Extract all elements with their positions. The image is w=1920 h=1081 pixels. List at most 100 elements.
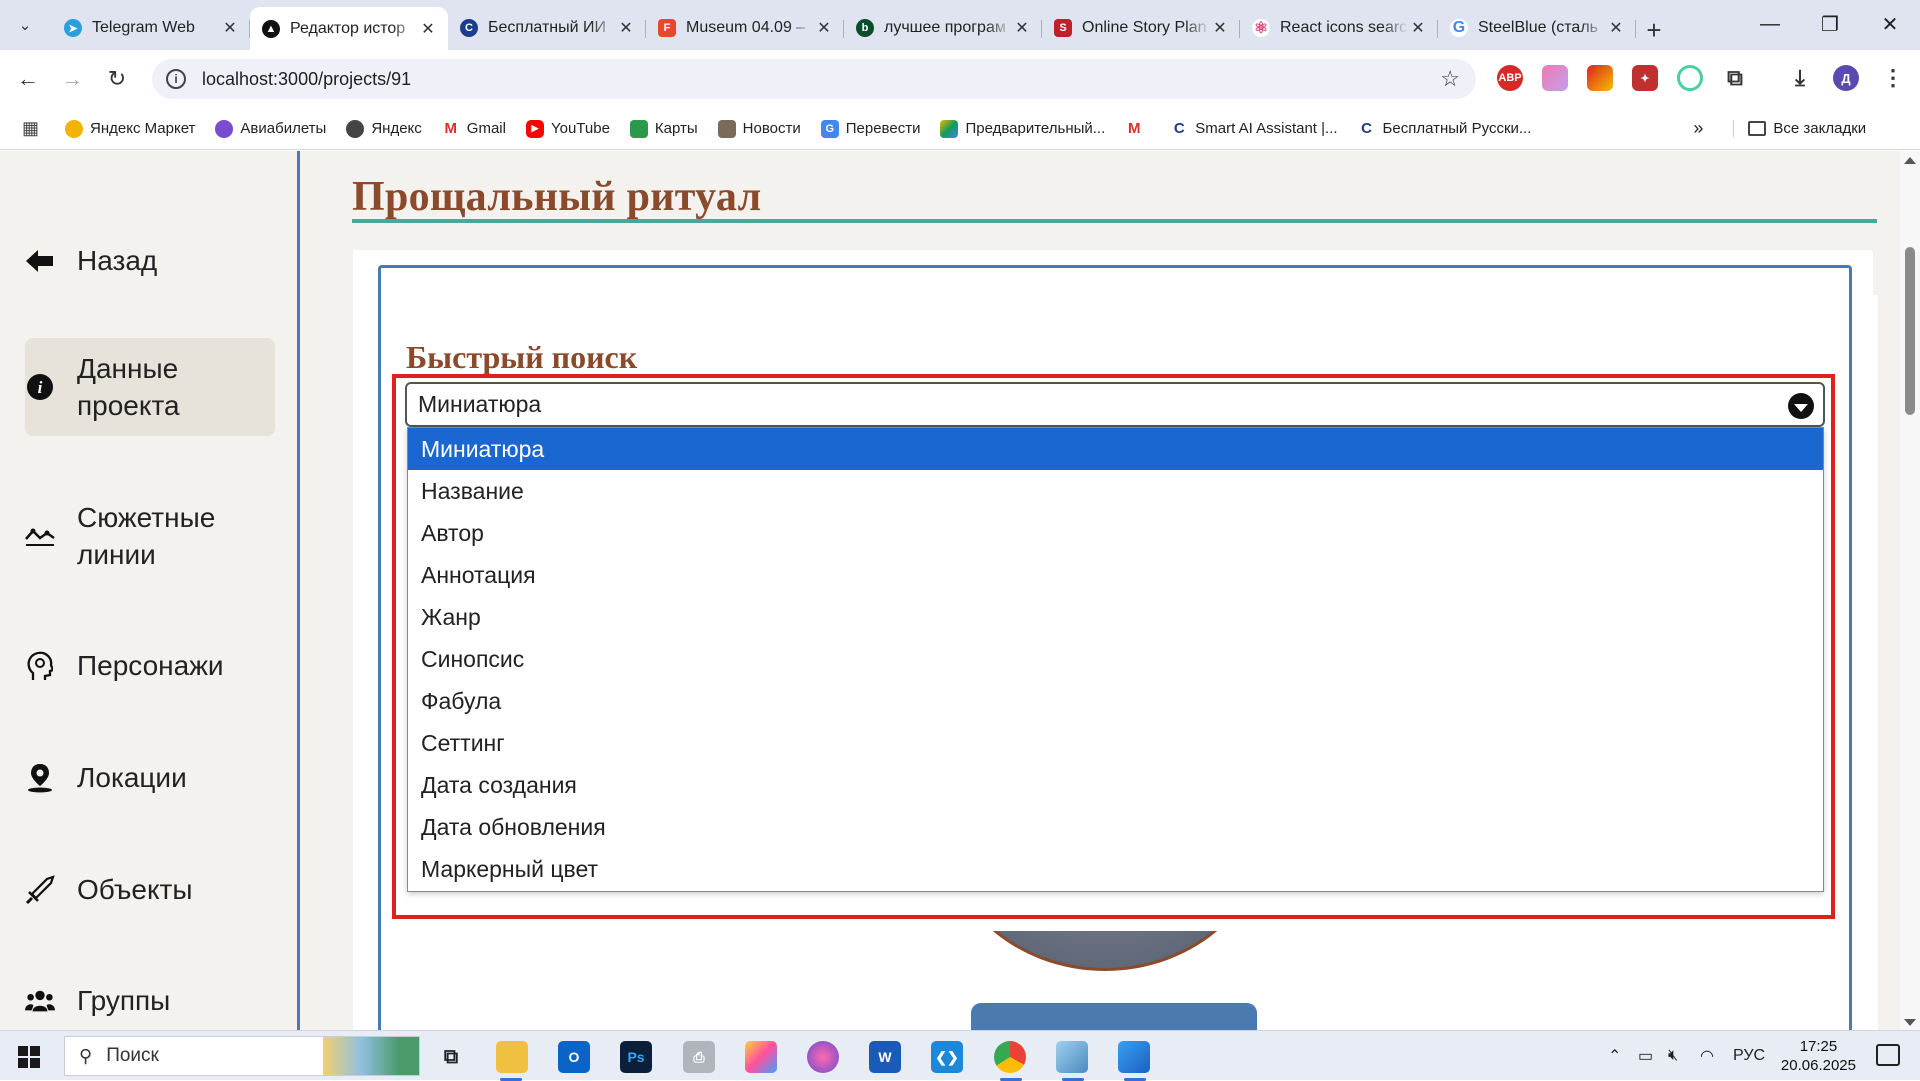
bookmark-youtube[interactable]: ▶ YouTube [525,119,610,138]
close-icon[interactable]: ✕ [1606,18,1626,38]
chrome-icon[interactable] [994,1041,1026,1073]
bookmark-translate[interactable]: G Перевести [820,119,920,138]
back-arrow-icon[interactable]: ← [13,64,43,94]
vscode-icon[interactable]: ❮❯ [931,1041,963,1073]
adblock-icon[interactable]: ABP [1497,65,1523,91]
forward-arrow-icon[interactable]: → [57,64,87,94]
app-blue-icon[interactable] [1056,1041,1088,1073]
word-icon[interactable]: W [869,1041,901,1073]
app-ball-icon[interactable] [807,1041,839,1073]
close-icon[interactable]: ✕ [418,19,438,39]
tab-steelblue[interactable]: G SteelBlue (сталь ✕ [1438,10,1636,46]
tab-museum[interactable]: F Museum 04.09 – ✕ [646,10,844,46]
clock[interactable]: 17:25 20.06.2025 [1781,1037,1856,1075]
sidebar-item-back[interactable]: Назад [25,242,275,279]
site-info-icon[interactable]: i [166,69,186,89]
menu-kebab-icon[interactable]: ⋮ [1880,65,1906,91]
tab-search-chevron-icon[interactable]: ⌄ [10,10,40,40]
task-view-icon[interactable]: ⧉ [435,1041,467,1073]
url-text[interactable]: localhost:3000/projects/91 [202,69,411,90]
extension-squares-icon[interactable] [1587,65,1613,91]
option-updated-date[interactable]: Дата обновления [408,806,1823,848]
photos-icon[interactable] [1118,1041,1150,1073]
restore-icon[interactable]: ❐ [1800,0,1860,48]
scroll-down-icon[interactable] [1904,1019,1916,1026]
tray-chevron-icon[interactable]: ⌃ [1608,1031,1621,1081]
outlook-icon[interactable]: O [558,1041,590,1073]
scroll-up-icon[interactable] [1904,157,1916,164]
minimize-icon[interactable]: — [1740,0,1800,48]
page-scrollbar[interactable] [1900,151,1920,1030]
bookmark-star-icon[interactable]: ☆ [1440,66,1460,92]
extension-ring-icon[interactable] [1677,65,1703,91]
extension-gradient-icon[interactable] [1542,65,1568,91]
option-marker-color[interactable]: Маркерный цвет [408,848,1823,890]
bookmark-maps[interactable]: Карты [629,119,698,138]
profile-avatar[interactable]: Д [1833,65,1859,91]
sidebar-item-characters[interactable]: Персонажи [25,647,275,684]
all-bookmarks-button[interactable]: Все закладки [1733,120,1866,137]
bookmark-yandex[interactable]: Яндекс [346,119,422,138]
close-icon[interactable]: ✕ [1210,18,1230,38]
apps-grid-icon[interactable]: ▦ [22,118,39,139]
reload-icon[interactable]: ↻ [102,64,132,94]
chevron-down-icon[interactable] [1788,393,1814,419]
close-window-icon[interactable]: ✕ [1860,0,1920,48]
info-icon: i [25,372,55,402]
more-bookmarks-chevron-icon[interactable]: » [1693,118,1703,139]
bookmark-avia[interactable]: Авиабилеты [215,119,326,138]
option-title[interactable]: Название [408,470,1823,512]
file-explorer-icon[interactable] [496,1041,528,1073]
option-fabula[interactable]: Фабула [408,680,1823,722]
language-indicator[interactable]: РУС [1733,1031,1765,1081]
option-author[interactable]: Автор [408,512,1823,554]
bookmark-smart-ai[interactable]: C Smart AI Assistant |... [1170,119,1338,138]
close-icon[interactable]: ✕ [1012,18,1032,38]
notifications-icon[interactable] [1876,1044,1900,1066]
tab-story-editor[interactable]: ▲ Редактор истор ✕ [250,7,448,50]
bookmark-free-russian[interactable]: C Бесплатный Русски... [1357,119,1531,138]
windows-start-icon[interactable] [18,1046,40,1068]
tab-telegram[interactable]: ➤ Telegram Web ✕ [52,10,250,46]
photoshop-icon[interactable]: Ps [620,1041,652,1073]
upload-button[interactable] [971,1003,1257,1030]
battery-icon[interactable]: ▭ [1638,1031,1653,1081]
sidebar-item-locations[interactable]: Локации [25,759,275,796]
option-setting[interactable]: Сеттинг [408,722,1823,764]
sidebar-item-groups[interactable]: Группы [25,982,275,1019]
download-icon[interactable]: ⤓ [1787,65,1813,91]
sidebar-item-objects[interactable]: Объекты [25,871,275,908]
app-fan-icon[interactable] [745,1041,777,1073]
volume-muted-icon[interactable]: 🔇︎ [1668,1031,1678,1081]
sidebar-item-plotlines[interactable]: Сюжетные линии [25,499,275,573]
sidebar-item-project-data[interactable]: i Данные проекта [25,338,275,436]
bookmark-drive[interactable]: Предварительный... [940,119,1105,138]
option-created-date[interactable]: Дата создания [408,764,1823,806]
scroll-thumb[interactable] [1905,247,1915,415]
tab-story-planner[interactable]: S Online Story Plan ✕ [1042,10,1240,46]
wifi-icon[interactable]: ◠ [1700,1031,1714,1081]
bookmark-news[interactable]: Новости [717,119,801,138]
option-thumbnail[interactable]: Миниатюра [408,428,1823,470]
option-annotation[interactable]: Аннотация [408,554,1823,596]
bookmark-yandex-market[interactable]: Яндекс Маркет [65,119,195,138]
extension-red-icon[interactable]: ✦ [1632,65,1658,91]
bookmark-gmail-2[interactable]: M [1125,119,1150,138]
tab-free-ai[interactable]: C Бесплатный ИИ ✕ [448,10,646,46]
option-synopsis[interactable]: Синопсис [408,638,1823,680]
tab-best-programs[interactable]: b лучшее програм ✕ [844,10,1042,46]
tab-react-icons[interactable]: ⚛ React icons searc ✕ [1240,10,1438,46]
printer-app-icon[interactable]: ⎙ [683,1041,715,1073]
extensions-puzzle-icon[interactable]: ⧉ [1722,65,1748,91]
close-icon[interactable]: ✕ [814,18,834,38]
yandex-market-icon [65,119,84,138]
address-bar[interactable]: i localhost:3000/projects/91 ☆ [152,59,1476,99]
new-tab-button[interactable]: + [1636,12,1672,48]
close-icon[interactable]: ✕ [1408,18,1428,38]
close-icon[interactable]: ✕ [220,18,240,38]
option-genre[interactable]: Жанр [408,596,1823,638]
quick-search-select[interactable]: Миниатюра [405,382,1825,427]
close-icon[interactable]: ✕ [616,18,636,38]
bookmark-gmail[interactable]: M Gmail [441,119,506,138]
taskbar-search[interactable]: ⚲ Поиск [64,1036,420,1076]
